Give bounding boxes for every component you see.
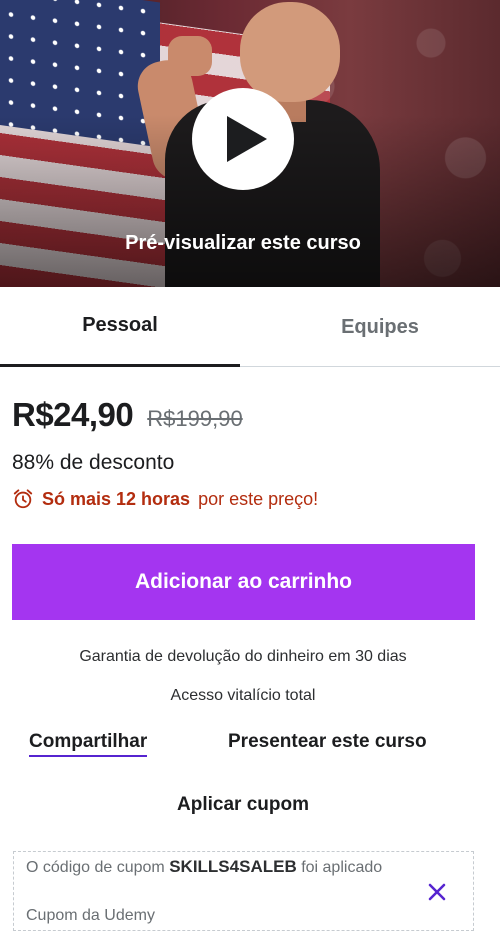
price-row: R$24,90 R$199,90 xyxy=(12,396,243,434)
play-icon xyxy=(227,116,267,162)
tab-personal[interactable]: Pessoal xyxy=(0,287,240,367)
tab-teams[interactable]: Equipes xyxy=(240,287,500,367)
alarm-clock-icon xyxy=(13,489,33,509)
coupon-source: Cupom da Udemy xyxy=(26,907,155,924)
share-button[interactable]: Compartilhar xyxy=(29,731,148,757)
current-price: R$24,90 xyxy=(12,396,134,433)
coupon-prefix: O código de cupom xyxy=(26,859,165,876)
urgency-text: por este preço! xyxy=(198,488,319,509)
purchase-tabs: Pessoal Equipes xyxy=(0,287,500,367)
applied-coupon-box: O código de cupom SKILLS4SALEB foi aplic… xyxy=(13,851,474,931)
original-price: R$199,90 xyxy=(147,406,243,431)
gift-course-button[interactable]: Presentear este curso xyxy=(228,731,427,753)
money-back-guarantee: Garantia de devolução do dinheiro em 30 … xyxy=(79,648,407,665)
preview-label: Pré-visualizar este curso xyxy=(125,232,361,254)
urgency-time: Só mais 12 horas xyxy=(42,488,191,509)
close-icon[interactable] xyxy=(425,880,449,904)
lifetime-access: Acesso vitalício total xyxy=(170,687,316,704)
coupon-message: O código de cupom SKILLS4SALEB foi aplic… xyxy=(26,854,406,881)
play-button[interactable] xyxy=(192,88,294,190)
course-preview[interactable]: Pré-visualizar este curso xyxy=(0,0,500,287)
urgency-message: Só mais 12 horas por este preço! xyxy=(12,488,318,510)
discount-percentage: 88% de desconto xyxy=(12,451,175,474)
apply-coupon-button[interactable]: Aplicar cupom xyxy=(0,794,486,816)
coupon-suffix: foi aplicado xyxy=(301,859,383,876)
coupon-code: SKILLS4SALEB xyxy=(169,857,297,876)
add-to-cart-button[interactable]: Adicionar ao carrinho xyxy=(12,544,475,620)
